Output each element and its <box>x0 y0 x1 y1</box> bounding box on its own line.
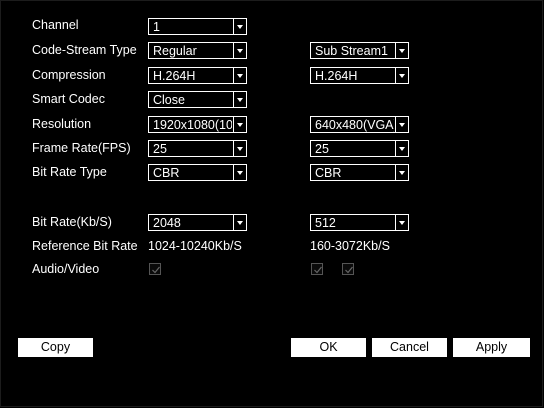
cancel-button[interactable]: Cancel <box>372 338 447 357</box>
channel-value: 1 <box>153 20 160 34</box>
sub-audio-checkbox[interactable] <box>311 263 323 275</box>
resolution-label: Resolution <box>32 117 92 131</box>
checkmark-icon <box>152 266 160 274</box>
smart-codec-select[interactable]: Close <box>148 91 247 108</box>
main-audio-video-checkbox[interactable] <box>149 263 161 275</box>
chevron-down-icon <box>395 165 408 180</box>
main-code-stream-type-value: Regular <box>153 44 197 58</box>
ok-button[interactable]: OK <box>291 338 366 357</box>
chevron-down-icon <box>395 68 408 83</box>
main-resolution-select[interactable]: 1920x1080(1080P) <box>148 116 247 133</box>
sub-code-stream-type-select[interactable]: Sub Stream1 <box>310 42 409 59</box>
checkmark-icon <box>314 266 322 274</box>
channel-select[interactable]: 1 <box>148 18 247 35</box>
main-reference-bit-rate: 1024-10240Kb/S <box>148 239 242 253</box>
sub-video-checkbox[interactable] <box>342 263 354 275</box>
chevron-down-icon <box>233 165 246 180</box>
audio-video-label: Audio/Video <box>32 262 100 276</box>
sub-bit-rate-type-select[interactable]: CBR <box>310 164 409 181</box>
sub-bit-rate-value: 512 <box>315 216 336 230</box>
reference-bit-rate-label: Reference Bit Rate <box>32 239 138 253</box>
frame-rate-label: Frame Rate(FPS) <box>32 141 131 155</box>
code-stream-type-label: Code-Stream Type <box>32 43 137 57</box>
chevron-down-icon <box>395 117 408 132</box>
chevron-down-icon <box>233 19 246 34</box>
bit-rate-label: Bit Rate(Kb/S) <box>32 215 112 229</box>
main-bit-rate-type-select[interactable]: CBR <box>148 164 247 181</box>
chevron-down-icon <box>233 117 246 132</box>
chevron-down-icon <box>233 92 246 107</box>
channel-label: Channel <box>32 18 79 32</box>
sub-code-stream-type-value: Sub Stream1 <box>315 44 388 58</box>
smart-codec-label: Smart Codec <box>32 92 105 106</box>
chevron-down-icon <box>233 215 246 230</box>
encode-settings-panel: Channel Code-Stream Type Compression Sma… <box>0 0 543 407</box>
compression-label: Compression <box>32 68 106 82</box>
sub-reference-bit-rate: 160-3072Kb/S <box>310 239 390 253</box>
sub-frame-rate-value: 25 <box>315 142 329 156</box>
chevron-down-icon <box>233 43 246 58</box>
sub-compression-select[interactable]: H.264H <box>310 67 409 84</box>
sub-resolution-value: 640x480(VGA) <box>315 118 394 132</box>
sub-bit-rate-select[interactable]: 512 <box>310 214 409 231</box>
chevron-down-icon <box>233 141 246 156</box>
chevron-down-icon <box>395 215 408 230</box>
main-bit-rate-select[interactable]: 2048 <box>148 214 247 231</box>
checkmark-icon <box>345 266 353 274</box>
copy-button[interactable]: Copy <box>18 338 93 357</box>
apply-button[interactable]: Apply <box>453 338 530 357</box>
chevron-down-icon <box>233 68 246 83</box>
main-compression-value: H.264H <box>153 69 196 83</box>
sub-bit-rate-type-value: CBR <box>315 166 342 180</box>
smart-codec-value: Close <box>153 93 185 107</box>
main-frame-rate-select[interactable]: 25 <box>148 140 247 157</box>
main-bit-rate-value: 2048 <box>153 216 181 230</box>
main-frame-rate-value: 25 <box>153 142 167 156</box>
main-code-stream-type-select[interactable]: Regular <box>148 42 247 59</box>
main-bit-rate-type-value: CBR <box>153 166 180 180</box>
sub-compression-value: H.264H <box>315 69 358 83</box>
bit-rate-type-label: Bit Rate Type <box>32 165 107 179</box>
sub-resolution-select[interactable]: 640x480(VGA) <box>310 116 409 133</box>
main-compression-select[interactable]: H.264H <box>148 67 247 84</box>
chevron-down-icon <box>395 43 408 58</box>
sub-frame-rate-select[interactable]: 25 <box>310 140 409 157</box>
main-resolution-value: 1920x1080(1080P) <box>153 118 232 132</box>
chevron-down-icon <box>395 141 408 156</box>
